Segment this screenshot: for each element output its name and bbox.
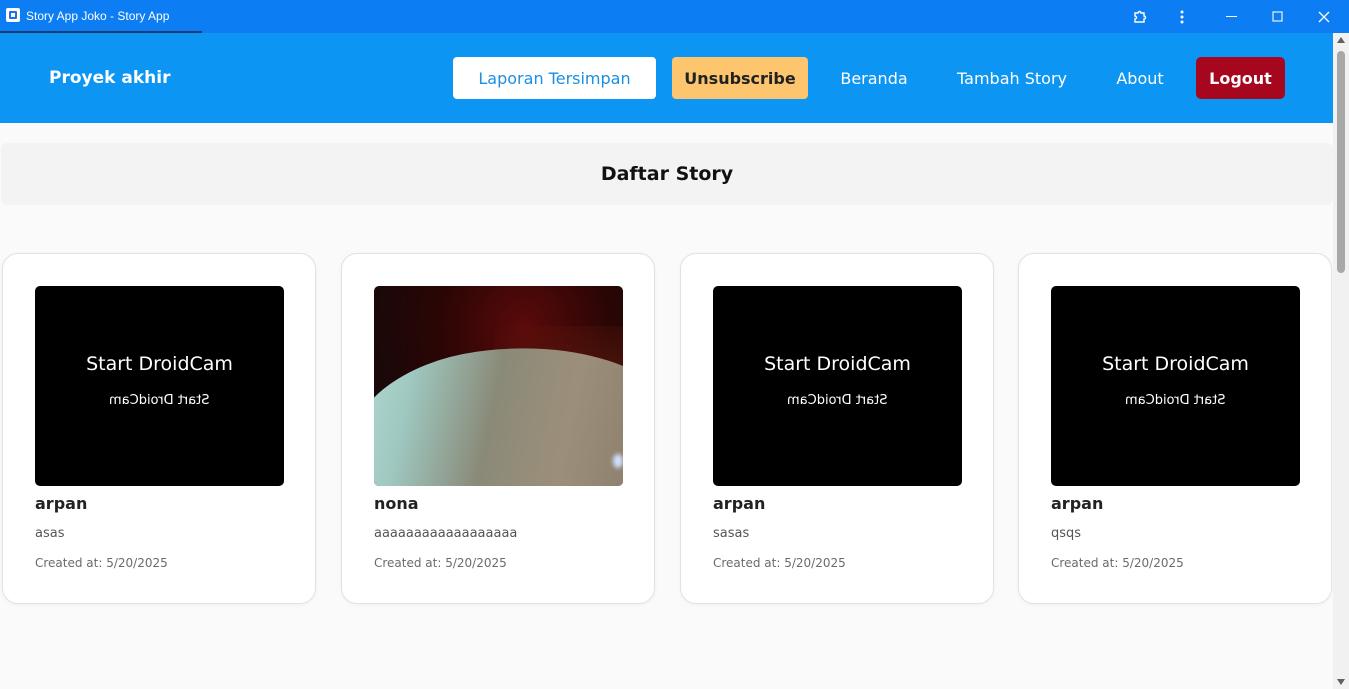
story-author: arpan [713,494,766,513]
scrollbar-thumb[interactable] [1337,51,1345,273]
photo-placeholder-mirrored-text: Start DroidCam [787,392,888,408]
photo-placeholder-mirrored-text: Start DroidCam [109,392,210,408]
story-photo: Start DroidCam Start DroidCam [35,286,284,486]
story-card[interactable]: Start DroidCam Start DroidCam arpan qsqs… [1018,253,1332,604]
story-description: asas [35,526,65,541]
story-description: aaaaaaaaaaaaaaaaaa [374,526,518,541]
scroll-up-arrow-icon[interactable] [1337,37,1345,43]
app-icon [6,8,20,22]
photo-placeholder-text: Start DroidCam [86,352,233,375]
nav-about-link[interactable]: About [1108,57,1172,99]
app-header: Proyek akhir Laporan Tersimpan Unsubscri… [0,33,1333,123]
photo-placeholder-mirrored-text: Start DroidCam [1125,392,1226,408]
vertical-scrollbar[interactable] [1333,33,1349,689]
story-author: arpan [35,494,88,513]
story-card[interactable]: Start DroidCam Start DroidCam arpan asas… [2,253,316,604]
story-author: nona [374,494,419,513]
minimize-icon[interactable] [1209,0,1255,33]
window-title: Story App Joko - Story App [26,9,170,23]
nav-add-story-link[interactable]: Tambah Story [950,57,1074,99]
story-description: sasas [713,526,750,541]
nav-home-link[interactable]: Beranda [824,57,924,99]
extensions-puzzle-icon[interactable] [1117,0,1163,33]
page-title: Daftar Story [1,143,1333,205]
close-icon[interactable] [1301,0,1347,33]
window-title-bar: Story App Joko - Story App [0,0,1349,33]
story-created-date: Created at: 5/20/2025 [1051,556,1184,570]
story-description: qsqs [1051,526,1082,541]
maximize-icon[interactable] [1255,0,1301,33]
more-vertical-icon[interactable] [1159,0,1205,33]
saved-reports-button[interactable]: Laporan Tersimpan [453,57,656,99]
story-created-date: Created at: 5/20/2025 [713,556,846,570]
photo-placeholder-text: Start DroidCam [1102,352,1249,375]
story-created-date: Created at: 5/20/2025 [35,556,168,570]
story-card[interactable]: nona aaaaaaaaaaaaaaaaaa Created at: 5/20… [341,253,655,604]
logout-button[interactable]: Logout [1196,57,1285,99]
story-author: arpan [1051,494,1104,513]
story-card[interactable]: Start DroidCam Start DroidCam arpan sasa… [680,253,994,604]
photo-placeholder-text: Start DroidCam [764,352,911,375]
story-photo: Start DroidCam Start DroidCam [1051,286,1300,486]
scroll-down-arrow-icon[interactable] [1337,679,1345,685]
story-photo [374,286,623,486]
brand-name[interactable]: Proyek akhir [49,68,170,88]
story-created-date: Created at: 5/20/2025 [374,556,507,570]
story-photo: Start DroidCam Start DroidCam [713,286,962,486]
unsubscribe-button[interactable]: Unsubscribe [672,57,808,99]
